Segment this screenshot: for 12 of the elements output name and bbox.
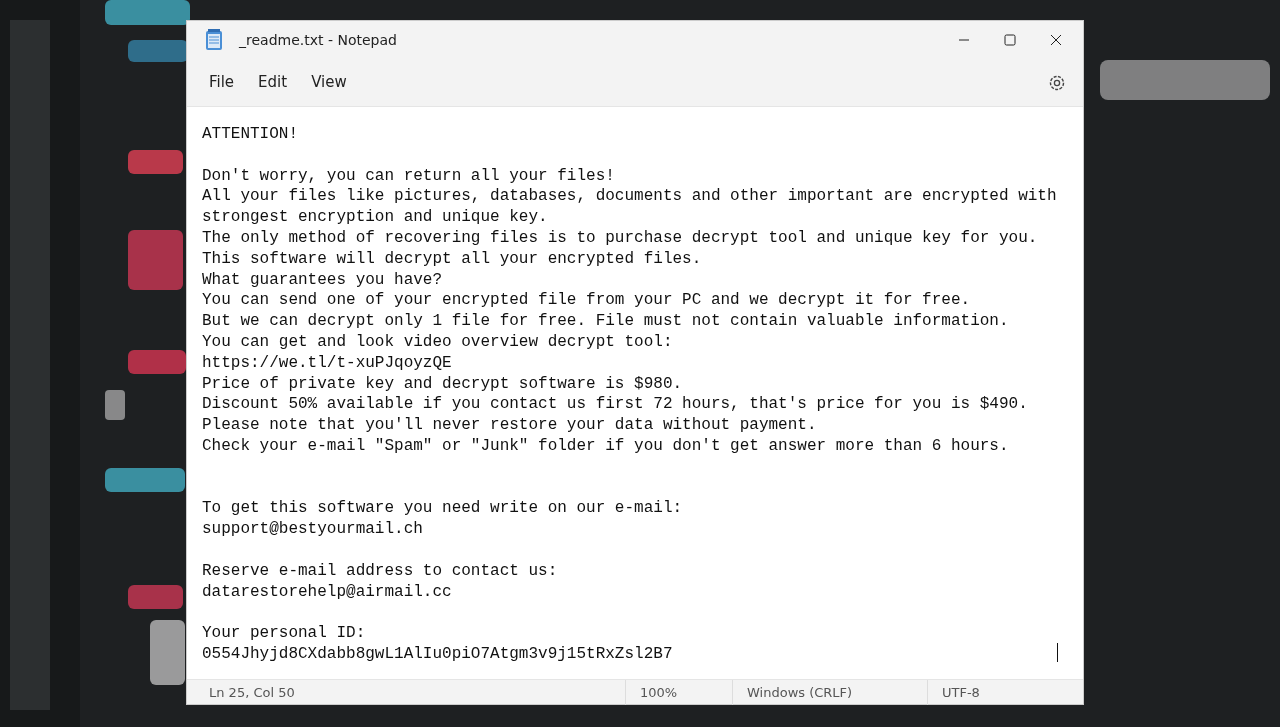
notepad-icon [205, 29, 223, 51]
text-cursor [1056, 642, 1058, 662]
status-item: Ln 25, Col 50 [208, 683, 296, 702]
status-item: 100% [625, 679, 732, 705]
window-title: _readme.txt - Notepad [239, 30, 397, 50]
maximize-icon [1004, 34, 1016, 46]
menu-item[interactable]: File [200, 67, 244, 98]
close-icon [1050, 34, 1062, 46]
menu-item[interactable]: View [302, 67, 356, 98]
status-item: UTF-8 [927, 679, 994, 705]
status-item: Windows (CRLF) [732, 679, 927, 705]
menu-item[interactable]: Edit [249, 67, 297, 98]
